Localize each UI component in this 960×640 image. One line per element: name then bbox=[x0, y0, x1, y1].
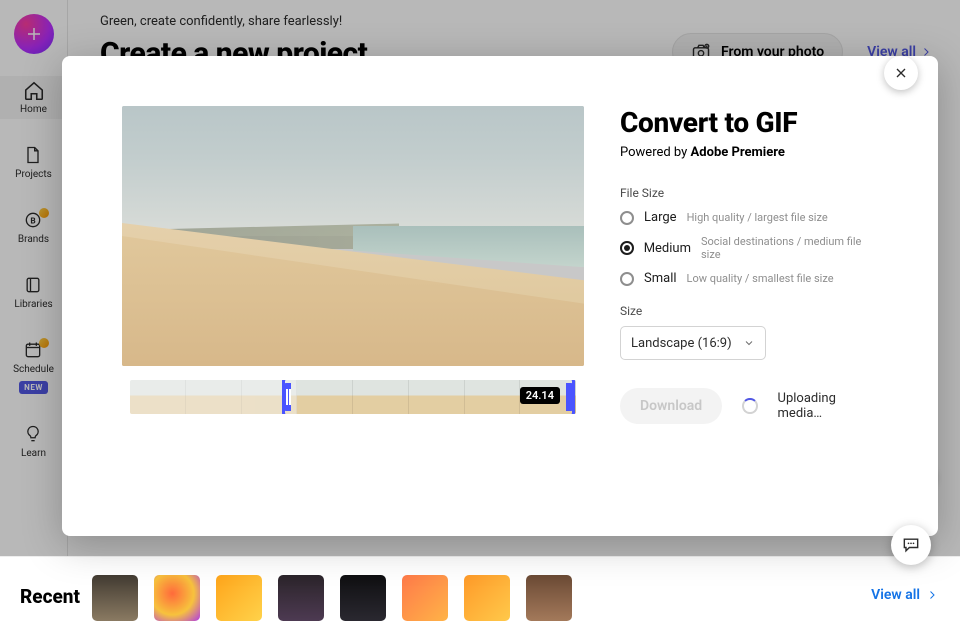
modal-title: Convert to GIF bbox=[620, 106, 878, 139]
radio-icon bbox=[620, 272, 634, 286]
trim-handle-right[interactable] bbox=[569, 389, 571, 405]
recent-thumb[interactable] bbox=[278, 575, 324, 621]
close-icon bbox=[893, 65, 909, 81]
chevron-right-icon bbox=[926, 589, 938, 601]
file-size-option-small[interactable]: Small Low quality / smallest file size bbox=[620, 271, 878, 286]
chat-icon bbox=[901, 535, 921, 555]
recent-title: Recent bbox=[20, 585, 80, 608]
recent-thumb[interactable] bbox=[526, 575, 572, 621]
timeline[interactable]: 24.14 bbox=[130, 380, 576, 414]
duration-badge: 24.14 bbox=[520, 387, 560, 404]
recent-thumb[interactable] bbox=[340, 575, 386, 621]
close-button[interactable] bbox=[884, 56, 918, 90]
spinner-icon bbox=[742, 398, 757, 414]
powered-by-text: Powered by Adobe Premiere bbox=[620, 145, 878, 160]
radio-icon bbox=[620, 241, 634, 255]
size-select[interactable]: Landscape (16:9) bbox=[620, 326, 766, 360]
file-size-option-medium[interactable]: Medium Social destinations / medium file… bbox=[620, 235, 878, 261]
preview-column: 24.14 bbox=[122, 106, 584, 486]
recent-thumb[interactable] bbox=[216, 575, 262, 621]
recent-strip bbox=[92, 575, 572, 621]
recent-thumb[interactable] bbox=[402, 575, 448, 621]
upload-status-text: Uploading media… bbox=[778, 391, 878, 421]
recent-thumb[interactable] bbox=[464, 575, 510, 621]
video-preview[interactable] bbox=[122, 106, 584, 366]
file-size-option-large[interactable]: Large High quality / largest file size bbox=[620, 210, 878, 225]
recent-thumb[interactable] bbox=[92, 575, 138, 621]
size-select-value: Landscape (16:9) bbox=[631, 336, 732, 351]
trim-handle-left[interactable] bbox=[286, 389, 288, 405]
recent-bar: Recent View all bbox=[0, 556, 960, 640]
file-size-label: File Size bbox=[620, 186, 878, 200]
convert-to-gif-modal: 24.14 Convert to GIF Powered by Adobe Pr… bbox=[62, 56, 938, 536]
recent-view-all-link[interactable]: View all bbox=[871, 587, 938, 603]
chat-fab[interactable] bbox=[891, 525, 931, 565]
download-button[interactable]: Download bbox=[620, 388, 722, 424]
chevron-down-icon bbox=[743, 337, 755, 349]
recent-thumb[interactable] bbox=[154, 575, 200, 621]
form-column: Convert to GIF Powered by Adobe Premiere… bbox=[620, 106, 878, 486]
size-label: Size bbox=[620, 304, 878, 318]
radio-icon bbox=[620, 211, 634, 225]
file-size-radiogroup: Large High quality / largest file size M… bbox=[620, 210, 878, 286]
